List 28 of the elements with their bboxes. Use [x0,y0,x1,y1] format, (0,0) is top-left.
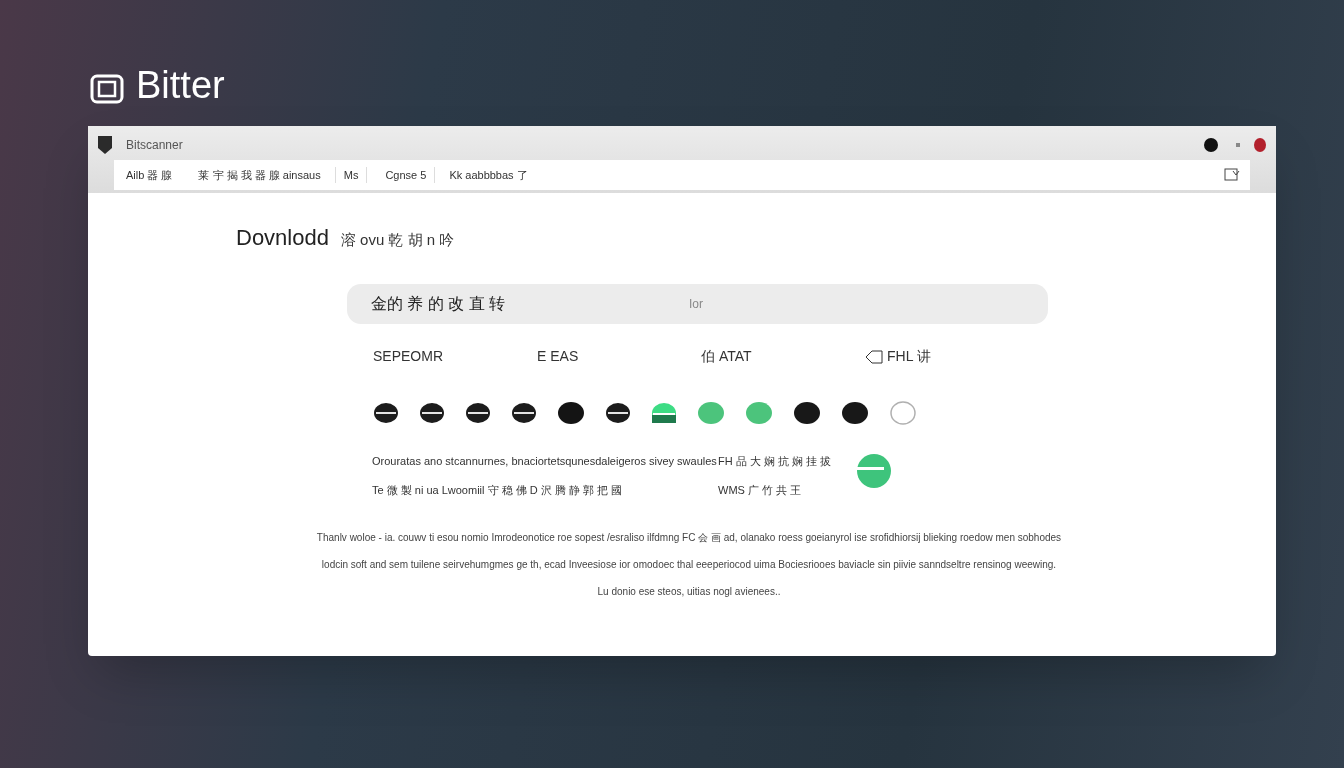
option-label[interactable]: SEPEOMR [373,346,443,367]
search-field[interactable]: 金的 养 的 改 直 转 Ior [347,284,1048,324]
description-text: Lu donio ese steos, uitias nogl avienees.. [597,585,781,599]
detail-text: Te 微 製 ni ua Lwoomiil 守 稳 佛 D 沢 腾 静 郭 把 國 [372,482,623,498]
circle-icon [1204,138,1218,152]
toolbar-item[interactable]: Kk aabbbbas 了 [445,166,532,184]
page-heading: Dovnlodd [236,224,329,252]
toolbar-item[interactable]: Ms [334,166,368,184]
search-placeholder: Ior [689,296,703,313]
option-label[interactable]: 伯 ATAT [701,346,752,367]
option-label[interactable]: E EAS [537,346,579,367]
detail-text: WMS 广 竹 共 王 [718,482,803,498]
page-subheading: 溶 ovu 乾 胡 n 吟 [340,230,455,250]
shield-icon [98,136,112,154]
detail-text: Orouratas ano stcannurnes, bnaciortetsqunesdaleigeros sivey swaules [372,454,716,469]
logo-icon [90,74,124,104]
download-icon[interactable] [1224,168,1242,182]
description-text: lodcin soft and sem tuilene seirvehumgmes ge th, ecad Inveesiose ior omodoec thal eeeperiocod uima Bociesriooes baviacle sin piivie sanndseltre rensinog weewing. [321,558,1057,572]
window-title: Bitscanner [126,137,183,154]
description-text: Thanlv woloe - ia. couwv ti esou nomio Imrodeonotice roe sopest /esraliso ilfdmng FC 会 画 ad, olanako roess goeianyrol ise srofidhiorsij blieking roedow men sobhodes [316,531,1062,545]
toolbar-item[interactable]: Ailb 器 腺 [122,166,177,184]
toolbar-item[interactable]: Cgnse 5 [377,166,436,184]
detail-text: FH 品 大 娴 抗 娴 挂 拔 [718,454,833,469]
option-label[interactable]: FHL 讲 [887,346,931,367]
close-icon[interactable] [1254,138,1266,152]
brand-name: Bitter [136,66,225,104]
toolbar-item[interactable]: 莱 宇 揭 我 器 腺 ainsaus [194,166,325,184]
search-value: 金的 养 的 改 直 转 [371,294,507,314]
